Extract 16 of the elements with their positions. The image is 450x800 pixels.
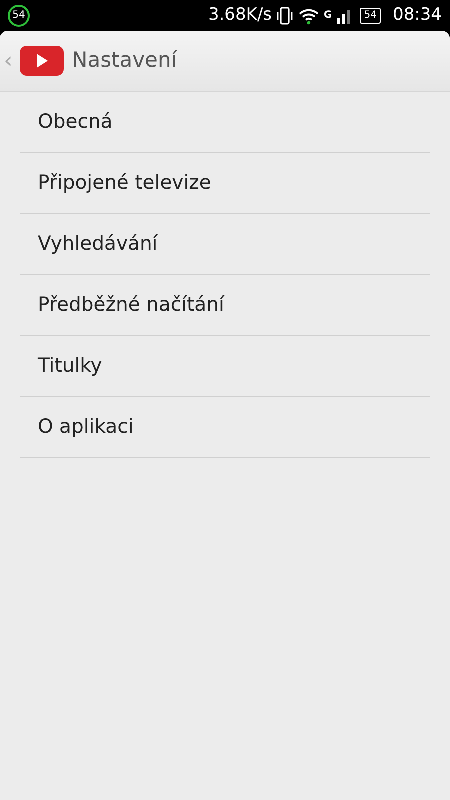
network-speed: 3.68K/s (208, 4, 272, 27)
notification-badge: 54 (8, 4, 30, 26)
wifi-icon (298, 6, 320, 24)
vibrate-icon (276, 6, 294, 24)
signal-icon (336, 8, 352, 24)
settings-item[interactable]: Titulky (20, 336, 430, 397)
battery-level: 54 (360, 8, 381, 24)
settings-item[interactable]: Vyhledávání (20, 214, 430, 275)
clock: 08:34 (393, 4, 442, 27)
screen-title: Nastavení (72, 47, 178, 74)
settings-item[interactable]: Připojené televize (20, 153, 430, 214)
network-type: G (324, 9, 332, 23)
settings-item[interactable]: Předběžné načítání (20, 275, 430, 336)
play-logo-icon[interactable] (20, 46, 64, 76)
settings-item[interactable]: Obecná (20, 92, 430, 153)
settings-item[interactable]: O aplikaci (20, 397, 430, 458)
